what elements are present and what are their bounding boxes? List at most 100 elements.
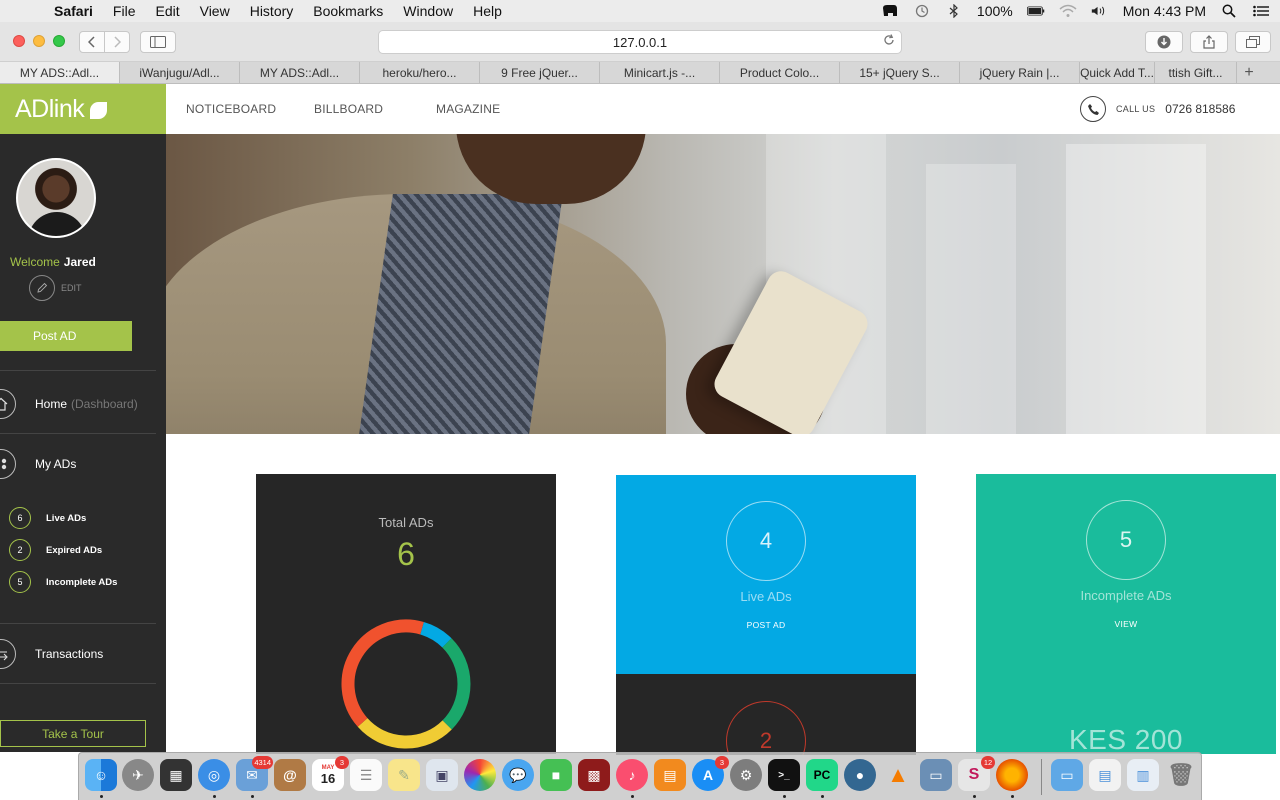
menu-view[interactable]: View	[200, 3, 230, 19]
spotlight-search-icon[interactable]	[1220, 4, 1238, 18]
reload-icon[interactable]	[883, 34, 895, 49]
nav-link-magazine[interactable]: MAGAZINE	[436, 102, 500, 116]
battery-icon[interactable]	[1026, 4, 1045, 18]
menu-bookmarks[interactable]: Bookmarks	[313, 3, 383, 19]
pycharm-icon[interactable]: PC	[806, 759, 838, 791]
browser-tab[interactable]: jQuery Rain |...	[960, 62, 1080, 83]
wifi-icon[interactable]	[1059, 4, 1077, 18]
menu-edit[interactable]: Edit	[155, 3, 179, 19]
nav-my-ads[interactable]: My ADs	[0, 449, 166, 479]
chevron-right-icon	[114, 36, 121, 48]
share-button[interactable]	[1190, 31, 1228, 53]
photos-icon[interactable]	[464, 759, 496, 791]
window-zoom-button[interactable]	[53, 35, 65, 47]
running-indicator	[251, 795, 254, 798]
notification-center-icon[interactable]	[1252, 4, 1270, 18]
calendar-icon[interactable]: MAY 16 3	[312, 756, 349, 791]
facetime-icon[interactable]: ■	[540, 759, 572, 791]
time-machine-icon[interactable]	[913, 4, 931, 18]
browser-tab[interactable]: Quick Add T...	[1080, 62, 1155, 83]
back-button[interactable]	[79, 31, 105, 53]
user-name: Jared	[63, 255, 96, 269]
evernote-elephant-icon[interactable]	[881, 4, 899, 18]
browser-tab[interactable]: heroku/hero...	[360, 62, 480, 83]
forward-button[interactable]	[104, 31, 130, 53]
ibooks-icon[interactable]: ▤	[654, 759, 686, 791]
browser-tab[interactable]: Product Colo...	[720, 62, 840, 83]
launchpad-icon[interactable]: ✈	[122, 759, 154, 791]
menu-history[interactable]: History	[250, 3, 294, 19]
show-all-tabs-button[interactable]	[1235, 31, 1271, 53]
menu-help[interactable]: Help	[473, 3, 502, 19]
amount-value: KES 200	[1068, 724, 1184, 754]
reminders-icon[interactable]: ☰	[350, 759, 382, 791]
vlc-cone-icon[interactable]: ▲	[882, 759, 914, 791]
contacts-icon[interactable]: @	[274, 759, 306, 791]
system-preferences-icon[interactable]: ⚙	[730, 759, 762, 791]
tabs-overview-icon	[1246, 36, 1260, 48]
photo-booth-icon[interactable]: ▩	[578, 759, 610, 791]
nav-home[interactable]: Home (Dashboard)	[0, 389, 166, 419]
browser-tab[interactable]: iWanjugu/Adl...	[120, 62, 240, 83]
window-minimize-button[interactable]	[33, 35, 45, 47]
bluetooth-icon[interactable]	[945, 4, 963, 18]
window-close-button[interactable]	[13, 35, 25, 47]
notes-icon[interactable]: ✎	[388, 759, 420, 791]
total-ads-card: Total ADs 6	[256, 474, 556, 754]
welcome-message: Welcome Jared	[10, 255, 96, 269]
menubar-clock[interactable]: Mon 4:43 PM	[1123, 3, 1206, 19]
safari-icon[interactable]: ◎	[198, 759, 230, 791]
mail-icon[interactable]: ✉ 4314	[236, 756, 273, 791]
edit-profile-link[interactable]: EDIT	[29, 275, 82, 301]
volume-icon[interactable]	[1091, 4, 1109, 18]
post-ad-button[interactable]: Post AD	[0, 321, 132, 351]
sub-item-incomplete-ads[interactable]: 5 Incomplete ADs	[9, 571, 117, 593]
downloads-stack-icon[interactable]: ▤	[1089, 759, 1121, 791]
browser-tab[interactable]: 9 Free jQuer...	[480, 62, 600, 83]
dock-separator	[1041, 759, 1042, 795]
sub-item-expired-ads[interactable]: 2 Expired ADs	[9, 539, 102, 561]
adlink-logo[interactable]: ADlink	[0, 84, 166, 134]
image-capture-icon[interactable]: ▭	[920, 759, 952, 791]
post-ad-link[interactable]: POST AD	[616, 620, 916, 630]
menu-file[interactable]: File	[113, 3, 136, 19]
terminal-icon[interactable]: >_	[768, 759, 800, 791]
documents-stack-icon[interactable]: ▥	[1127, 759, 1159, 791]
sub-item-live-ads[interactable]: 6 Live ADs	[9, 507, 86, 529]
menu-window[interactable]: Window	[403, 3, 453, 19]
new-tab-button[interactable]: +	[1237, 62, 1261, 83]
browser-tab[interactable]: MY ADS::Adl...	[240, 62, 360, 83]
itunes-icon[interactable]: ♪	[616, 759, 648, 791]
nav-transactions[interactable]: Transactions	[0, 639, 166, 669]
preview-icon[interactable]: ▣	[426, 759, 458, 791]
messages-icon[interactable]: 💬	[502, 759, 534, 791]
slack-icon[interactable]: S 12	[958, 756, 995, 791]
browser-tab[interactable]: 15+ jQuery S...	[840, 62, 960, 83]
phone-number: 0726 818586	[1165, 102, 1236, 116]
applications-folder-icon[interactable]: ▭	[1051, 759, 1083, 791]
browser-tab[interactable]: ttish Gift...	[1155, 62, 1237, 83]
mail-badge: 4314	[252, 756, 273, 769]
calendar-badge: 3	[335, 756, 349, 769]
trash-icon[interactable]: 🗑	[1165, 759, 1197, 791]
finder-icon[interactable]: ☺	[85, 759, 117, 791]
avatar	[16, 158, 96, 238]
postgres-elephant-icon[interactable]: ●	[844, 759, 876, 791]
running-indicator	[100, 795, 103, 798]
donut-segment	[442, 638, 471, 730]
mission-control-icon[interactable]: ▦	[160, 759, 192, 791]
sidebar-toggle-button[interactable]	[140, 31, 176, 53]
call-us-block[interactable]: CALL US 0726 818586	[1080, 96, 1235, 122]
view-link[interactable]: VIEW	[976, 619, 1276, 629]
nav-link-noticeboard[interactable]: NOTICEBOARD	[186, 102, 276, 116]
browser-tab[interactable]: Minicart.js -...	[600, 62, 720, 83]
nav-link-billboard[interactable]: BILLBOARD	[314, 102, 383, 116]
app-store-icon[interactable]: A3	[692, 756, 729, 791]
take-a-tour-button[interactable]: Take a Tour	[0, 720, 146, 747]
address-bar[interactable]: 127.0.0.1	[378, 30, 902, 54]
menu-app-name[interactable]: Safari	[54, 3, 93, 19]
firefox-icon[interactable]	[996, 759, 1028, 791]
browser-tab[interactable]: MY ADS::Adl...	[0, 62, 120, 83]
downloads-button[interactable]	[1145, 31, 1183, 53]
phone-icon	[1080, 96, 1106, 122]
